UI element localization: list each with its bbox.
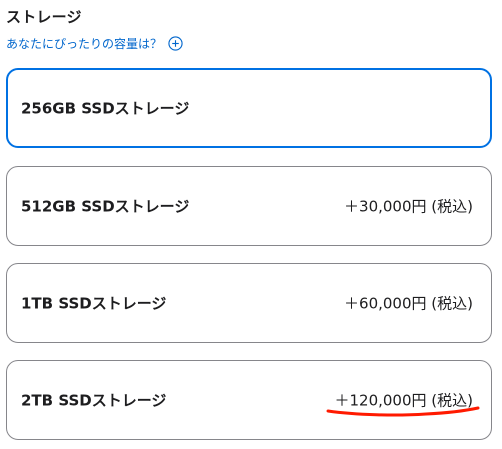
option-price: ＋30,000円 (税込): [344, 197, 473, 216]
storage-option-1tb[interactable]: 1TB SSDストレージ ＋60,000円 (税込): [6, 263, 492, 343]
option-label: 256GB SSDストレージ: [21, 99, 190, 118]
storage-option-2tb[interactable]: 2TB SSDストレージ ＋120,000円 (税込): [6, 360, 492, 440]
plus-circle-icon: [168, 36, 183, 51]
storage-section-title: ストレージ: [6, 8, 82, 26]
storage-option-512gb[interactable]: 512GB SSDストレージ ＋30,000円 (税込): [6, 166, 492, 246]
red-underline-annotation: [326, 406, 480, 417]
option-label: 512GB SSDストレージ: [21, 197, 190, 216]
option-price: ＋60,000円 (税込): [344, 294, 473, 313]
storage-help-link[interactable]: あなたにぴったりの容量は？: [6, 35, 183, 52]
storage-option-256gb[interactable]: 256GB SSDストレージ: [6, 68, 492, 148]
option-label: 1TB SSDストレージ: [21, 294, 167, 313]
option-label: 2TB SSDストレージ: [21, 391, 167, 410]
storage-help-link-text: あなたにぴったりの容量は？: [6, 37, 163, 51]
